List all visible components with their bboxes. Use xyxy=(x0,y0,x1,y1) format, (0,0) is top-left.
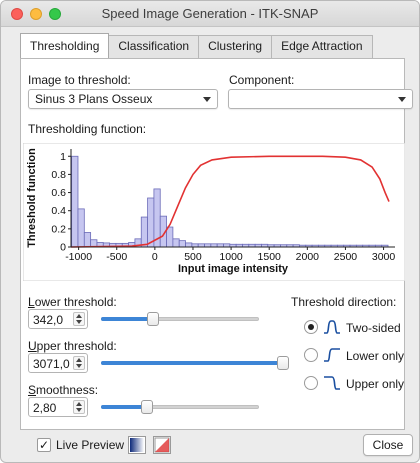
lower-threshold-label: Lower threshold: xyxy=(28,295,117,309)
component-select-label: Component: xyxy=(229,73,295,87)
upper-threshold-spinbox[interactable]: 3071,0 xyxy=(28,353,88,373)
radio-lower-only-label: Lower only xyxy=(346,349,405,363)
x-tick-label: 2500 xyxy=(334,251,358,263)
x-tick-label: -1000 xyxy=(65,251,92,263)
radio-lower-only[interactable] xyxy=(304,348,318,362)
y-tick-label: 0 xyxy=(60,242,66,254)
dialog-window: Speed Image Generation - ITK-SNAP Thresh… xyxy=(0,0,420,463)
y-tick-label: 1 xyxy=(60,151,66,163)
spin-up-icon[interactable] xyxy=(76,314,82,318)
lower-threshold-label-text: ower threshold: xyxy=(34,295,117,309)
histogram-bar xyxy=(178,240,186,248)
histogram-bar xyxy=(147,197,155,248)
histogram-bar xyxy=(71,155,79,248)
lower-only-icon xyxy=(324,348,340,362)
slider-thumb[interactable] xyxy=(277,356,289,370)
smoothness-label-text: moothness: xyxy=(36,383,99,397)
x-tick-label: 0 xyxy=(152,251,158,263)
lower-threshold-value: 342,0 xyxy=(33,313,64,327)
slider-thumb[interactable] xyxy=(147,312,159,326)
radio-two-sided[interactable] xyxy=(304,320,318,334)
x-tick-label: 500 xyxy=(184,251,202,263)
slider-thumb[interactable] xyxy=(141,400,153,414)
blue-gradient-icon xyxy=(130,438,144,452)
window-title: Speed Image Generation - ITK-SNAP xyxy=(101,6,319,21)
chevron-down-icon xyxy=(203,97,211,102)
smoothness-label: Smoothness: xyxy=(28,383,98,397)
spin-down-icon[interactable] xyxy=(76,364,82,368)
histogram-bar xyxy=(77,208,85,248)
preview-mode-red-button[interactable] xyxy=(153,436,171,454)
lower-threshold-slider[interactable] xyxy=(101,311,259,327)
upper-threshold-label-text: pper threshold: xyxy=(36,339,117,353)
live-preview-label: Live Preview xyxy=(56,438,125,452)
lower-threshold-spinbox[interactable]: 342,0 xyxy=(28,309,88,329)
histogram-bar xyxy=(185,242,193,248)
lower-threshold-stepper[interactable] xyxy=(73,312,85,326)
lower-threshold-mnemonic: L xyxy=(28,295,35,309)
spin-up-icon[interactable] xyxy=(76,358,82,362)
spin-up-icon[interactable] xyxy=(76,402,82,406)
threshold-direction-label: Threshold direction: xyxy=(291,295,397,309)
red-overlay-icon xyxy=(154,437,170,453)
close-button[interactable]: Close xyxy=(363,434,413,456)
upper-threshold-mnemonic: U xyxy=(28,339,37,353)
spin-down-icon[interactable] xyxy=(76,408,82,412)
preview-mode-blue-button[interactable] xyxy=(128,436,146,454)
slider-fill xyxy=(101,317,153,321)
radio-upper-only[interactable] xyxy=(304,376,318,390)
x-tick-label: 2000 xyxy=(296,251,320,263)
y-tick-label: 0.8 xyxy=(51,169,66,181)
upper-only-icon xyxy=(324,376,340,390)
x-axis-title: Input image intensity xyxy=(178,263,289,275)
y-axis-title: Threshold function xyxy=(26,148,38,248)
live-preview-checkbox[interactable]: ✓ xyxy=(37,438,51,452)
smoothness-stepper[interactable] xyxy=(73,400,85,414)
y-tick-label: 0.4 xyxy=(51,205,66,217)
y-tick-label: 0.2 xyxy=(51,223,66,235)
component-select[interactable] xyxy=(228,89,413,109)
tab-thresholding[interactable]: Thresholding xyxy=(20,33,110,58)
image-select[interactable]: Sinus 3 Plans Osseux xyxy=(28,89,218,109)
tab-clustering[interactable]: Clustering xyxy=(198,35,273,58)
radio-upper-only-label: Upper only xyxy=(346,377,405,391)
image-select-value: Sinus 3 Plans Osseux xyxy=(35,92,153,106)
slider-fill xyxy=(101,361,283,365)
histogram-bar xyxy=(140,216,148,248)
upper-threshold-value: 3071,0 xyxy=(33,357,70,371)
x-tick-label: 1000 xyxy=(219,251,243,263)
smoothness-slider[interactable] xyxy=(101,399,259,415)
chevron-down-icon xyxy=(398,97,406,102)
threshold-function-chart: -1000 -500 0 500 1000 1500 2000 2500 3000 0 0.2 0.4… xyxy=(23,143,405,281)
smoothness-value: 2,80 xyxy=(33,401,57,415)
upper-threshold-label: Upper threshold: xyxy=(28,339,117,353)
radio-two-sided-label: Two-sided xyxy=(346,321,401,335)
histogram-bar xyxy=(83,232,92,248)
x-tick-label: 1500 xyxy=(258,251,282,263)
y-tick-label: 0.6 xyxy=(51,187,66,199)
tab-classification[interactable]: Classification xyxy=(108,35,200,58)
tab-edge-attraction[interactable]: Edge Attraction xyxy=(271,35,373,58)
upper-threshold-stepper[interactable] xyxy=(73,356,85,370)
upper-threshold-slider[interactable] xyxy=(101,355,289,371)
title-bar[interactable]: Speed Image Generation - ITK-SNAP xyxy=(1,1,419,27)
smoothness-spinbox[interactable]: 2,80 xyxy=(28,397,88,417)
histogram-bar xyxy=(166,226,174,248)
threshold-function-label: Thresholding function: xyxy=(28,122,147,136)
tab-bar: Thresholding Classification Clustering E… xyxy=(20,33,373,59)
histogram-bar xyxy=(172,238,180,248)
two-sided-icon xyxy=(324,320,340,334)
image-select-label: Image to threshold: xyxy=(28,73,131,87)
x-tick-label: 3000 xyxy=(372,251,396,263)
smoothness-mnemonic: S xyxy=(28,383,37,397)
spin-down-icon[interactable] xyxy=(76,320,82,324)
x-tick-label: -500 xyxy=(106,251,127,263)
